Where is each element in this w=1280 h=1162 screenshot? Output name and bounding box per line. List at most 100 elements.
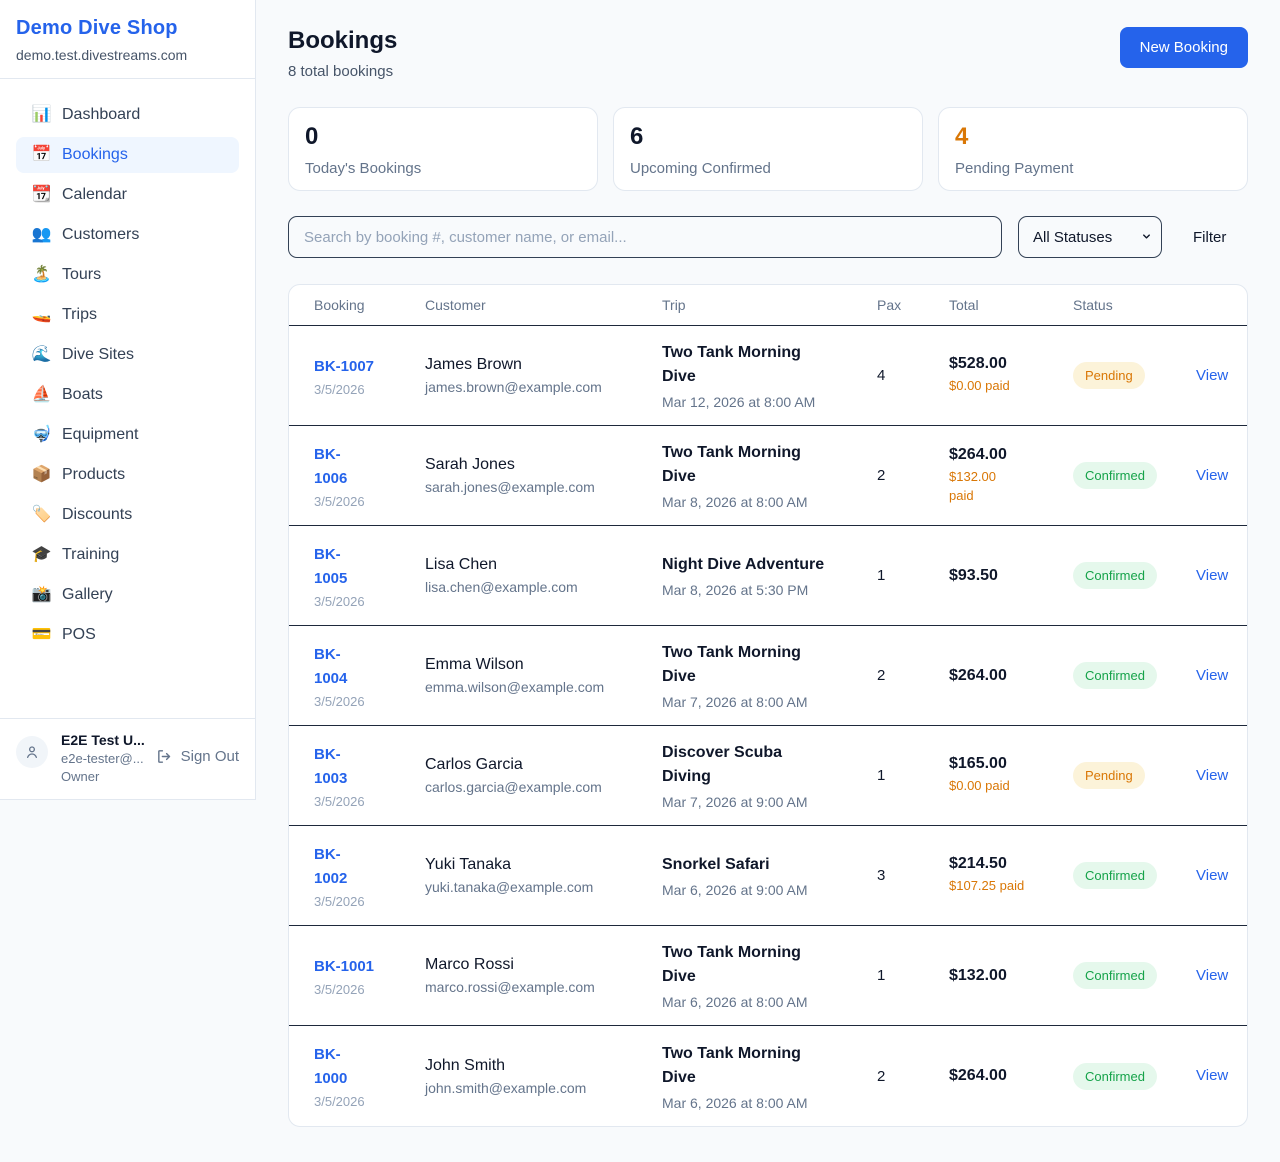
stat-label: Upcoming Confirmed: [630, 160, 906, 177]
view-link[interactable]: View: [1196, 767, 1228, 784]
sidebar-item-customers[interactable]: 👥 Customers: [16, 217, 239, 253]
trip-datetime: Mar 12, 2026 at 8:00 AM: [662, 394, 857, 410]
status-badge: Pending: [1073, 362, 1145, 389]
stat-card: 0 Today's Bookings: [288, 107, 598, 191]
bar-chart-icon: 📊: [31, 107, 52, 123]
customer-name: Lisa Chen: [425, 556, 662, 574]
sidebar-item-trips[interactable]: 🚤 Trips: [16, 297, 239, 333]
customer-email: james.brown@example.com: [425, 379, 662, 395]
user-block: E2E Test U... e2e-tester@... Owner Sign …: [0, 718, 255, 799]
user-info: E2E Test U... e2e-tester@... Owner: [61, 732, 143, 784]
booking-id-link[interactable]: BK-1007: [314, 355, 425, 379]
view-link[interactable]: View: [1196, 467, 1228, 484]
total-amount: $264.00: [949, 1067, 1073, 1085]
booking-id-link[interactable]: BK-1001: [314, 955, 425, 979]
island-icon: 🏝️: [31, 267, 52, 283]
total-amount: $264.00: [949, 667, 1073, 685]
stat-label: Pending Payment: [955, 160, 1231, 177]
sidebar-nav: 📊 Dashboard 📅 Bookings 📆 Calendar 👥 Cust…: [0, 79, 255, 653]
status-filter-select[interactable]: All Statuses: [1018, 216, 1162, 258]
stat-value: 4: [955, 125, 1231, 149]
sidebar-item-label: Training: [62, 546, 119, 564]
status-badge: Confirmed: [1073, 462, 1157, 489]
table-row: BK- 1002 3/5/2026 Yuki Tanaka yuki.tanak…: [289, 826, 1247, 926]
sidebar-item-training[interactable]: 🎓 Training: [16, 537, 239, 573]
sidebar-item-label: Dashboard: [62, 106, 140, 124]
view-link[interactable]: View: [1196, 1067, 1228, 1084]
sidebar-item-tours[interactable]: 🏝️ Tours: [16, 257, 239, 293]
paid-amount: $0.00 paid: [949, 777, 1073, 796]
customer-name: Yuki Tanaka: [425, 856, 662, 874]
sidebar-item-label: Bookings: [62, 146, 128, 164]
pax-count: 1: [877, 767, 949, 784]
logout-icon: [156, 748, 173, 765]
new-booking-button[interactable]: New Booking: [1120, 27, 1248, 68]
credit-card-icon: 💳: [31, 627, 52, 643]
filter-button[interactable]: Filter: [1193, 229, 1226, 246]
booking-id-link[interactable]: BK- 1006: [314, 443, 425, 491]
trip-title: Night Dive Adventure: [662, 553, 857, 577]
total-amount: $264.00: [949, 446, 1073, 464]
sign-out-button[interactable]: Sign Out: [156, 748, 239, 765]
table-row: BK- 1005 3/5/2026 Lisa Chen lisa.chen@ex…: [289, 526, 1247, 626]
booking-id-link[interactable]: BK- 1005: [314, 543, 425, 591]
pax-count: 3: [877, 867, 949, 884]
col-header-booking: Booking: [314, 297, 425, 313]
people-icon: 👥: [31, 227, 52, 243]
main-content: Bookings 8 total bookings New Booking 0 …: [256, 0, 1280, 1127]
booking-id-link[interactable]: BK- 1000: [314, 1043, 425, 1091]
user-email: e2e-tester@...: [61, 751, 143, 766]
booking-date: 3/5/2026: [314, 494, 425, 509]
user-name: E2E Test U...: [61, 732, 143, 748]
view-link[interactable]: View: [1196, 367, 1228, 384]
booking-date: 3/5/2026: [314, 794, 425, 809]
view-link[interactable]: View: [1196, 867, 1228, 884]
booking-date: 3/5/2026: [314, 382, 425, 397]
customer-name: James Brown: [425, 356, 662, 374]
customer-email: yuki.tanaka@example.com: [425, 879, 662, 895]
trip-datetime: Mar 7, 2026 at 8:00 AM: [662, 694, 857, 710]
table-body: BK-1007 3/5/2026 James Brown james.brown…: [289, 326, 1247, 1126]
total-amount: $93.50: [949, 567, 1073, 585]
booking-id-link[interactable]: BK- 1002: [314, 843, 425, 891]
sidebar-item-boats[interactable]: ⛵ Boats: [16, 377, 239, 413]
sidebar-item-pos[interactable]: 💳 POS: [16, 617, 239, 653]
booking-id-link[interactable]: BK- 1004: [314, 643, 425, 691]
booking-date: 3/5/2026: [314, 594, 425, 609]
sidebar-item-dashboard[interactable]: 📊 Dashboard: [16, 97, 239, 133]
search-input[interactable]: [288, 216, 1002, 258]
sidebar-item-discounts[interactable]: 🏷️ Discounts: [16, 497, 239, 533]
sidebar-item-equipment[interactable]: 🤿 Equipment: [16, 417, 239, 453]
graduation-cap-icon: 🎓: [31, 547, 52, 563]
booking-date: 3/5/2026: [314, 694, 425, 709]
brand-title[interactable]: Demo Dive Shop: [16, 17, 239, 40]
table-header-row: Booking Customer Trip Pax Total Status: [289, 285, 1247, 326]
sidebar-item-dive-sites[interactable]: 🌊 Dive Sites: [16, 337, 239, 373]
sidebar-item-products[interactable]: 📦 Products: [16, 457, 239, 493]
sidebar-item-bookings[interactable]: 📅 Bookings: [16, 137, 239, 173]
customer-email: emma.wilson@example.com: [425, 679, 662, 695]
sign-out-label: Sign Out: [181, 748, 239, 765]
customer-email: marco.rossi@example.com: [425, 979, 662, 995]
view-link[interactable]: View: [1196, 967, 1228, 984]
stat-card: 6 Upcoming Confirmed: [613, 107, 923, 191]
view-link[interactable]: View: [1196, 667, 1228, 684]
pax-count: 1: [877, 567, 949, 584]
page-subtitle: 8 total bookings: [288, 63, 397, 80]
col-header-status: Status: [1073, 297, 1196, 313]
speedboat-icon: 🚤: [31, 307, 52, 323]
customer-email: lisa.chen@example.com: [425, 579, 662, 595]
customer-name: Emma Wilson: [425, 656, 662, 674]
sidebar-item-calendar[interactable]: 📆 Calendar: [16, 177, 239, 213]
paid-amount: $0.00 paid: [949, 377, 1073, 396]
stats-row: 0 Today's Bookings 6 Upcoming Confirmed …: [288, 107, 1248, 191]
trip-title: Discover Scuba Diving: [662, 741, 857, 789]
booking-id-link[interactable]: BK- 1003: [314, 743, 425, 791]
view-link[interactable]: View: [1196, 567, 1228, 584]
col-header-total: Total: [949, 297, 1073, 313]
trip-title: Two Tank Morning Dive: [662, 941, 857, 989]
calendar-icon: 📅: [31, 147, 52, 163]
sidebar-item-gallery[interactable]: 📸 Gallery: [16, 577, 239, 613]
stat-label: Today's Bookings: [305, 160, 581, 177]
brand-block: Demo Dive Shop demo.test.divestreams.com: [0, 0, 255, 79]
